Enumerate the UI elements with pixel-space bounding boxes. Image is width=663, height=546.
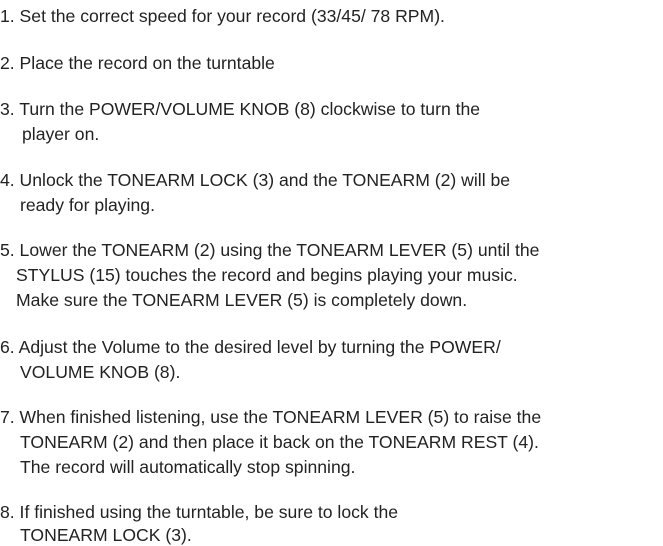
- step-7-line-3: The record will automatically stop spinn…: [20, 457, 356, 477]
- step-3-line-1: 3. Turn the POWER/VOLUME KNOB (8) clockw…: [0, 99, 481, 119]
- step-1-line-1: 1. Set the correct speed for your record…: [0, 6, 445, 26]
- step-4-line-1: 4. Unlock the TONEARM LOCK (3) and the T…: [0, 170, 511, 190]
- step-7-line-1: 7. When finished listening, use the TONE…: [0, 407, 542, 427]
- step-5-line-2: STYLUS (15) touches the record and begin…: [16, 265, 518, 285]
- instruction-page: 1. Set the correct speed for your record…: [0, 0, 663, 545]
- step-8-line-2: TONEARM LOCK (3).: [20, 525, 192, 545]
- step-3-line-2: player on.: [22, 124, 100, 144]
- step-5-line-1: 5. Lower the TONEARM (2) using the TONEA…: [0, 240, 540, 260]
- step-8-line-1: 8. If finished using the turntable, be s…: [0, 502, 399, 522]
- step-2-line-1: 2. Place the record on the turntable: [0, 53, 275, 73]
- step-7-line-2: TONEARM (2) and then place it back on th…: [20, 432, 539, 452]
- step-5-line-3: Make sure the TONEARM LEVER (5) is compl…: [16, 290, 468, 310]
- step-4-line-2: ready for playing.: [20, 195, 155, 215]
- step-6-line-1: 6. Adjust the Volume to the desired leve…: [0, 337, 501, 357]
- step-6-line-2: VOLUME KNOB (8).: [20, 362, 181, 382]
